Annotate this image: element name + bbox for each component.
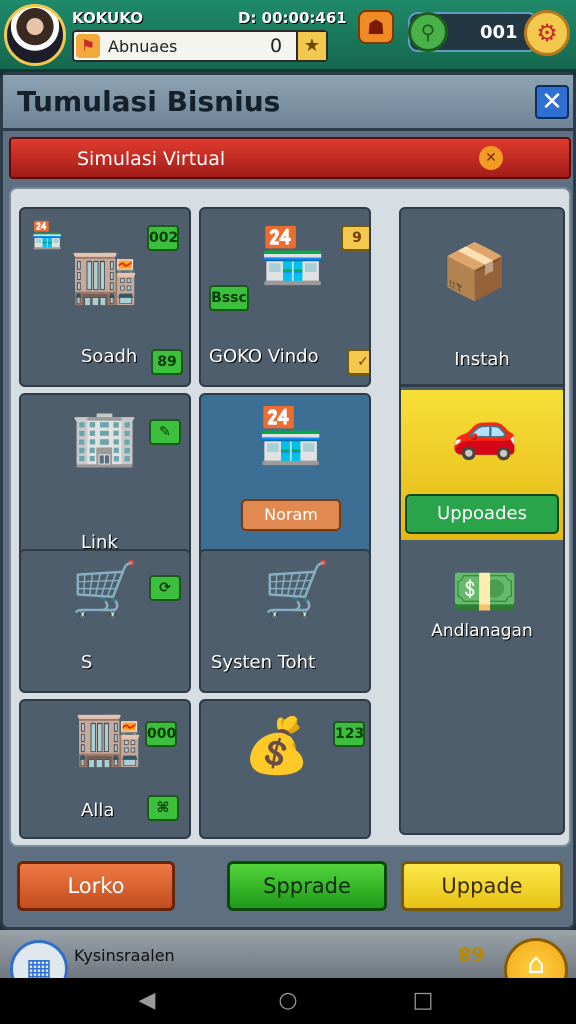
coin-bar[interactable]: ⚲ 001 [408, 12, 538, 52]
side-panel: 📦 Instah 🚗 Uppoades 💵 Andlanagan [399, 207, 565, 835]
resource-label: Abnuaes [108, 37, 178, 56]
side-bottom-label: Andlanagan [431, 621, 533, 641]
hud-time: D: 00:00:461 [238, 9, 347, 27]
home-icon: ⌂ [527, 947, 545, 980]
footer-name: Kysinsraalen [74, 946, 175, 965]
business-cell-5[interactable]: 🛒 ⟳ S [19, 549, 191, 693]
business-cell-6[interactable]: 🛒 Systen Toht [199, 549, 371, 693]
business-window: Tumulasi Bisnius ✕ Simulasi Virtual ✕ 🏪 … [0, 72, 576, 930]
market-stall-icon: 🏪 [259, 224, 327, 287]
window-title-bar: Tumulasi Bisnius ✕ [3, 75, 573, 131]
resource-icon: ⚑ [76, 34, 100, 58]
spprade-button[interactable]: Spprade [227, 861, 387, 911]
lorko-button[interactable]: Lorko [17, 861, 175, 911]
window-title: Tumulasi Bisnius [17, 85, 281, 118]
side-top-label: Instah [454, 349, 510, 370]
business-cell-4[interactable]: 🏪 Noram [199, 393, 371, 573]
resource-value: 0 [270, 35, 283, 57]
business-cell-8[interactable]: 💰 123 [199, 699, 371, 839]
business-grid: 🏪 🏬 002 89 Soadh 🏪 9 Bssc GOKO Vindo ✓ 🏢… [9, 187, 571, 847]
system-navbar: ◀ ○ □ [0, 978, 576, 1024]
office-building-icon: 🏢 [71, 406, 139, 469]
cell-action-button[interactable]: Noram [241, 499, 341, 531]
resource-bar[interactable]: ⚑ Abnuaes 0 ★ [72, 30, 328, 62]
business-cell-7[interactable]: 🏬 000 ⌘ Alla [19, 699, 191, 839]
check-icon[interactable]: ✓ [347, 349, 369, 375]
shopping-cart-icon: 🛒 [71, 558, 139, 621]
business-cell-1[interactable]: 🏪 🏬 002 89 Soadh [19, 207, 191, 387]
cell-badge-top: ⟳ [149, 575, 181, 601]
cell-label: Systen Toht [211, 652, 316, 673]
business-cell-3[interactable]: 🏢 ✎ Link [19, 393, 191, 573]
cart-icon: 🛒 [263, 558, 331, 621]
cell-badge-top: 002 [147, 225, 179, 251]
cell-badge-mid: Bssc [209, 285, 249, 311]
upgrade-card[interactable]: 🚗 Uppoades [401, 390, 563, 540]
banner-text: Simulasi Virtual [77, 148, 226, 170]
shop-icon[interactable]: ☗ [358, 10, 394, 44]
cell-badge-top: 000 [145, 721, 177, 747]
footer-count: 89 [458, 944, 485, 966]
cell-badge-top: 123 [333, 721, 365, 747]
settings-icon[interactable]: ⚙ [524, 10, 570, 56]
cell-badge-bottom: ⌘ [147, 795, 179, 821]
close-icon: ✕ [541, 87, 563, 117]
player-avatar[interactable] [4, 4, 66, 66]
uppade-button[interactable]: Uppade [401, 861, 563, 911]
cell-badge-bottom: 89 [151, 349, 183, 375]
back-icon[interactable]: ◀ [132, 986, 162, 1016]
cell-label: GOKO Vindo [209, 346, 319, 367]
banner: Simulasi Virtual ✕ [9, 137, 571, 179]
coin-icon: ⚲ [408, 12, 448, 52]
stall-icon: 🏬 [75, 706, 143, 769]
cell-label: Alla [81, 800, 115, 821]
home-nav-icon[interactable]: ○ [273, 986, 303, 1016]
cell-badge-top: 9 [341, 225, 369, 251]
boxes-icon: 📦 [441, 240, 509, 303]
banner-badge-icon[interactable]: ✕ [479, 146, 503, 170]
car-icon: 🚗 [451, 399, 519, 462]
side-inventory[interactable]: 📦 Instah [401, 209, 563, 387]
upgrade-button[interactable]: Uppoades [405, 494, 559, 534]
business-cell-2[interactable]: 🏪 9 Bssc GOKO Vindo ✓ [199, 207, 371, 387]
footer-bar: ▦ Kysinsraalen 89 ⌂ 320 [0, 930, 576, 1002]
gold-coins-icon: 💰 [243, 714, 311, 777]
recent-icon[interactable]: □ [408, 986, 438, 1016]
money-box-icon: 💵 [451, 560, 519, 623]
star-icon[interactable]: ★ [296, 32, 326, 60]
cell-badge-top: ✎ [149, 419, 181, 445]
close-button[interactable]: ✕ [535, 85, 569, 119]
store-goods-icon: 🏪 [31, 221, 64, 251]
coin-value: 001 [480, 22, 518, 43]
cell-label: S [81, 652, 93, 673]
cell-label: Soadh [81, 346, 138, 367]
kiosk-icon: 🏪 [257, 404, 325, 467]
top-hud: KOKUKO D: 00:00:461 ⚑ Abnuaes 0 ★ ☗ ⚲ 00… [0, 0, 576, 72]
player-name: KOKUKO [72, 9, 143, 27]
shop-building-icon: 🏬 [71, 244, 139, 307]
